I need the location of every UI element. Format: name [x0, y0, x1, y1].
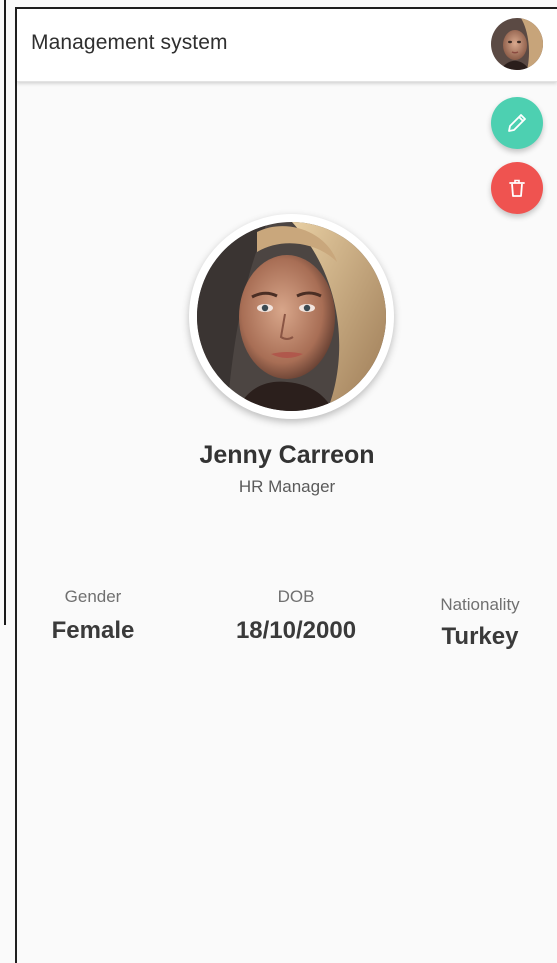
nationality-label: Nationality: [440, 595, 520, 614]
pencil-icon: [508, 114, 526, 132]
profile-role: HR Manager: [238, 477, 336, 496]
profile-photo: [189, 214, 394, 419]
portrait-icon: [197, 222, 386, 411]
app-title: Management system: [31, 31, 228, 54]
screen: Management system Jenny Carreon HR Manag…: [0, 0, 557, 963]
nationality-value: Turkey: [441, 623, 519, 650]
app-bar: Management system: [17, 9, 557, 82]
dob-label: DOB: [277, 587, 315, 606]
delete-button[interactable]: [491, 162, 543, 214]
window-edge: [0, 0, 6, 625]
gender-value: Female: [51, 617, 135, 644]
edit-button[interactable]: [491, 97, 543, 149]
profile-name: Jenny Carreon: [199, 441, 375, 469]
user-avatar-icon[interactable]: [491, 18, 543, 70]
gender-label: Gender: [64, 587, 122, 606]
app-panel: Management system Jenny Carreon HR Manag…: [15, 7, 557, 963]
trash-icon: [509, 179, 525, 197]
dob-value: 18/10/2000: [235, 617, 357, 644]
